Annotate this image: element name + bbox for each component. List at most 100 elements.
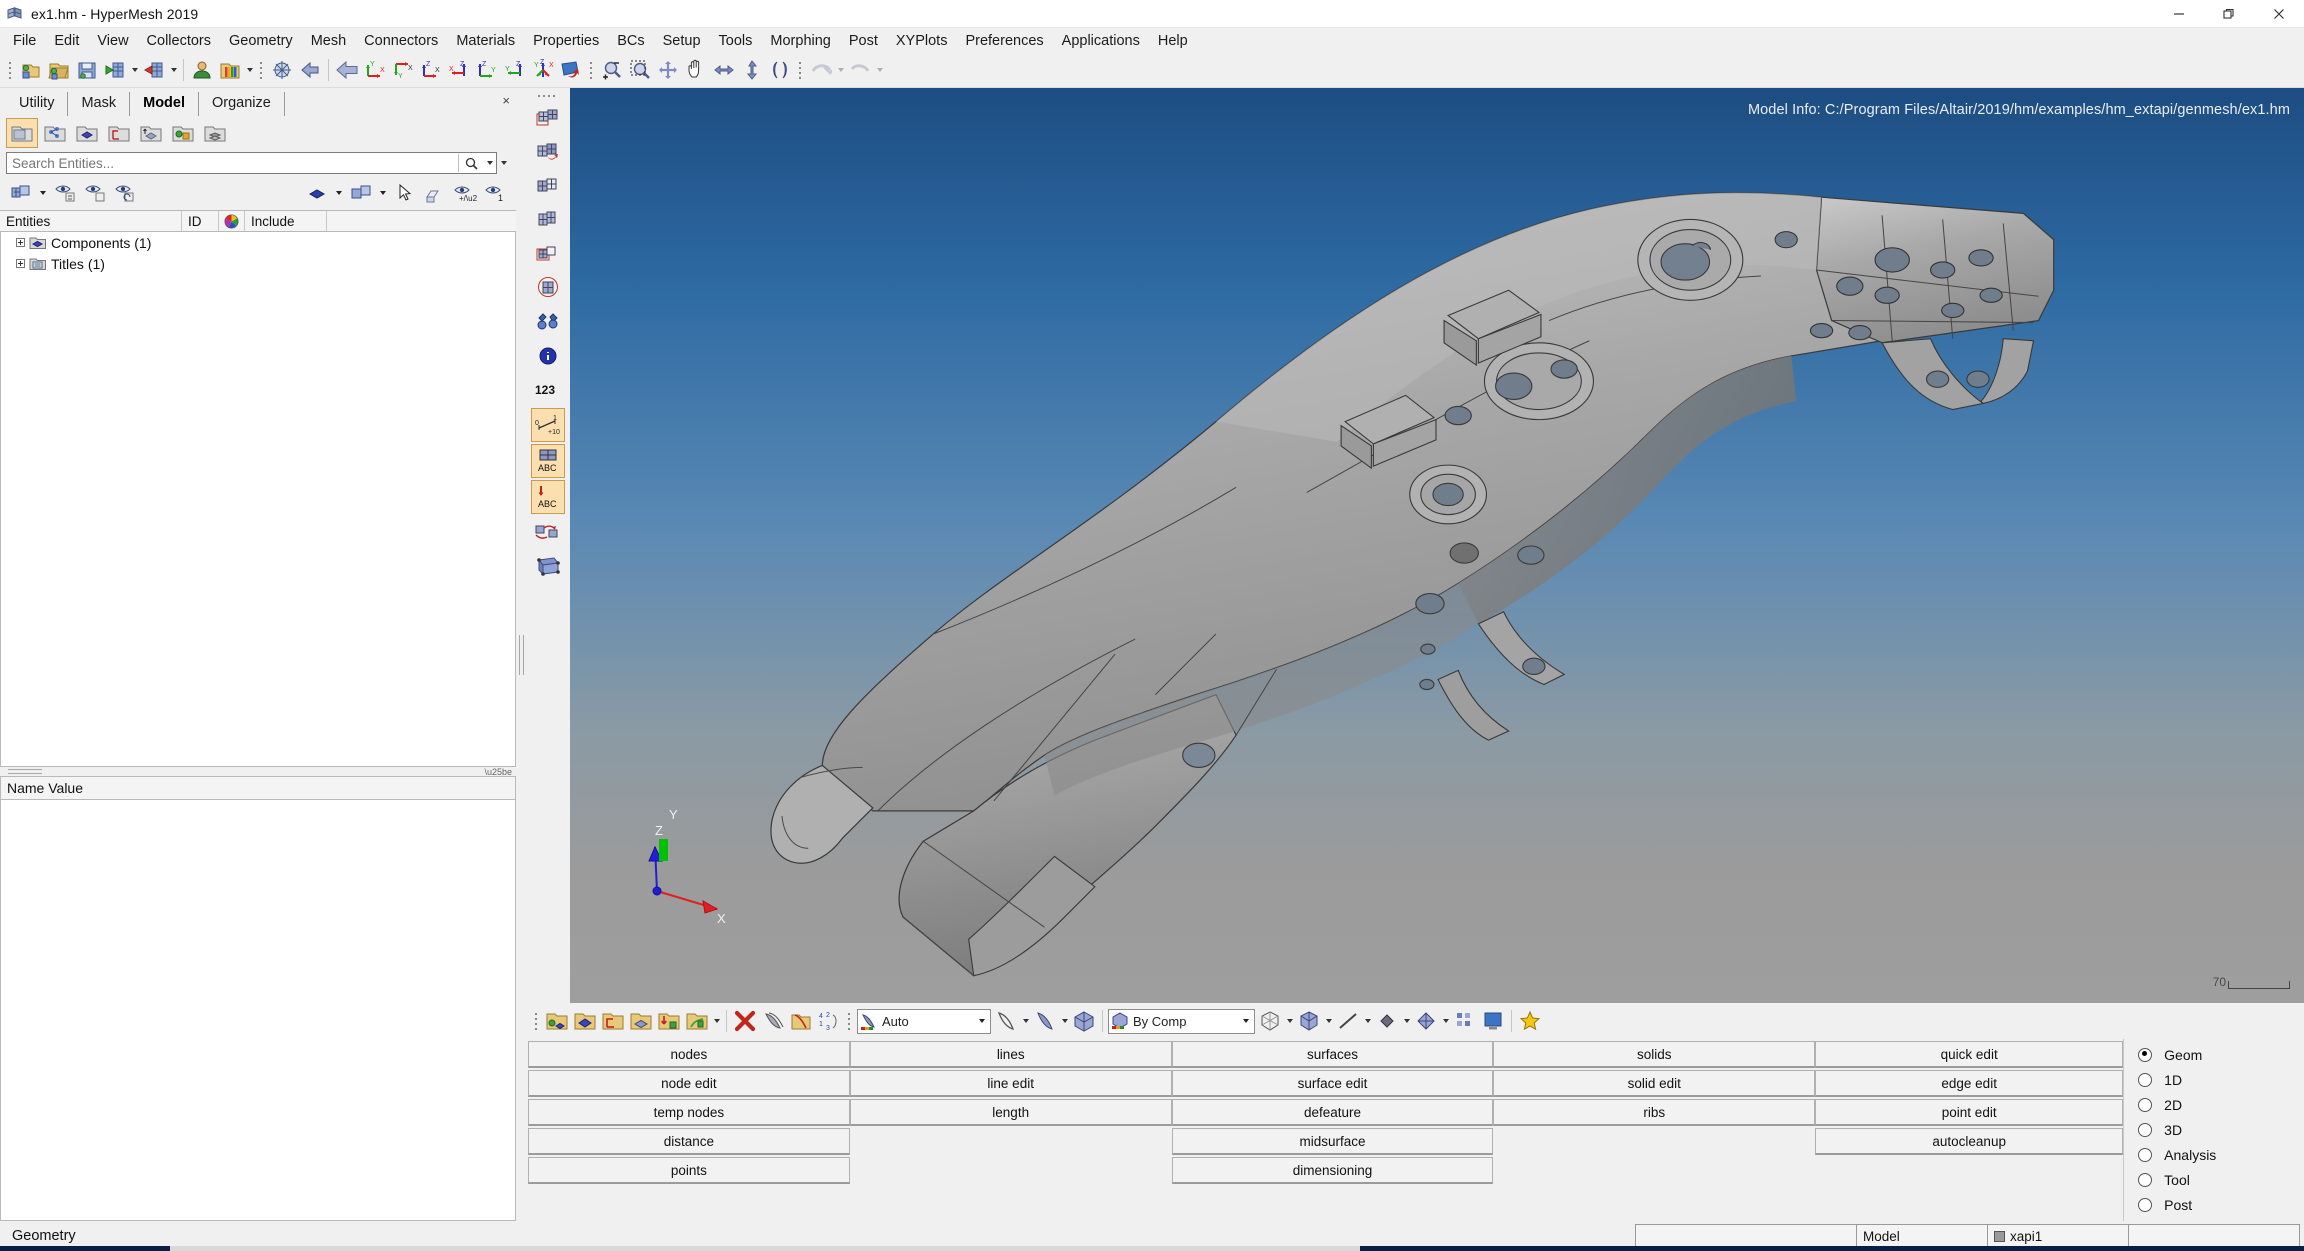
show-icon[interactable] (50, 179, 80, 207)
info-icon[interactable] (532, 340, 564, 372)
menu-connectors[interactable]: Connectors (355, 30, 447, 52)
search-settings-caret[interactable] (497, 161, 510, 165)
name-value-body[interactable] (0, 799, 516, 1221)
panel-button-midsurface[interactable]: midsurface (1171, 1128, 1494, 1155)
yz-view-icon[interactable]: Z Y (502, 57, 528, 83)
entity-tree[interactable]: Components (1) Titles (1) (0, 232, 516, 767)
delete-icon[interactable] (732, 1008, 758, 1034)
eye-plus-minus-icon[interactable]: +/\u2013 (450, 179, 480, 207)
element-quality-icon[interactable] (1296, 1008, 1322, 1034)
mesh-collector-icon[interactable] (572, 1008, 598, 1034)
expander-icon[interactable] (13, 236, 27, 250)
search-icon[interactable] (458, 154, 483, 172)
panel-button-surfaces[interactable]: surfaces (1171, 1041, 1494, 1068)
vector-display-icon[interactable] (1374, 1008, 1400, 1034)
toolbar-grip-4[interactable] (797, 60, 804, 80)
tree-header-include[interactable]: Include (245, 211, 327, 231)
tab-model[interactable]: Model (130, 92, 199, 116)
tree-header-id[interactable]: ID (182, 211, 219, 231)
wireframe-caret[interactable] (1020, 1008, 1031, 1034)
panel-button-solid-edit[interactable]: solid edit (1493, 1070, 1816, 1097)
mesh-mode-combo[interactable]: Auto (857, 1008, 991, 1034)
curve-collector-icon[interactable] (684, 1008, 710, 1034)
menu-tools[interactable]: Tools (710, 30, 762, 52)
tab-mask[interactable]: Mask (68, 92, 131, 116)
zy-view-icon[interactable]: Z Y (474, 57, 500, 83)
expander-icon-2[interactable] (13, 257, 27, 271)
panel-button-edge-edit[interactable]: edge edit (1815, 1070, 2124, 1097)
assembly-collector-icon[interactable] (40, 119, 70, 147)
mode-3d[interactable]: 3D (2138, 1117, 2304, 1142)
menu-collectors[interactable]: Collectors (138, 30, 220, 52)
color-swatch-caret[interactable] (332, 180, 346, 206)
menu-bcs[interactable]: BCs (608, 30, 653, 52)
panel-button-node-edit[interactable]: node edit (528, 1070, 850, 1097)
panel-button-temp-nodes[interactable]: temp nodes (528, 1099, 850, 1126)
line-display-icon[interactable] (1335, 1008, 1361, 1034)
menu-preferences[interactable]: Preferences (956, 30, 1052, 52)
radio-geom[interactable] (2138, 1047, 2153, 1062)
panel-button-autocleanup[interactable]: autocleanup (1815, 1128, 2124, 1155)
browser-vertical-splitter[interactable] (516, 88, 526, 1221)
property-collector-icon[interactable] (72, 119, 102, 147)
window-display-icon[interactable] (1480, 1008, 1506, 1034)
previous-view-icon[interactable] (297, 57, 323, 83)
menu-morphing[interactable]: Morphing (761, 30, 839, 52)
panel-button-point-edit[interactable]: point edit (1815, 1099, 2124, 1126)
menu-applications[interactable]: Applications (1053, 30, 1149, 52)
tab-organize[interactable]: Organize (199, 92, 285, 116)
menu-mesh[interactable]: Mesh (302, 30, 355, 52)
toolbar-grip[interactable] (7, 60, 14, 80)
hide-icon[interactable] (80, 179, 110, 207)
geometry-color-caret[interactable] (1238, 1011, 1254, 1032)
import-dropdown-caret[interactable] (129, 57, 140, 83)
tree-header-entities[interactable]: Entities (0, 211, 182, 231)
load-collector-icon-2[interactable] (600, 1008, 626, 1034)
import-icon[interactable] (102, 57, 128, 83)
element-shrink-caret[interactable] (1284, 1008, 1295, 1034)
global-axis-icon[interactable] (269, 57, 295, 83)
minimize-button[interactable] (2154, 0, 2204, 27)
radio-tool[interactable] (2138, 1172, 2153, 1187)
mode-post[interactable]: Post (2138, 1192, 2304, 1217)
user-profile-icon[interactable] (189, 57, 215, 83)
composite-icon[interactable] (1452, 1008, 1478, 1034)
display-mode-icon[interactable] (346, 179, 376, 207)
wireframe-icon[interactable] (993, 1008, 1019, 1034)
xz-view-icon[interactable]: Z X (418, 57, 444, 83)
zoom-window-icon[interactable] (627, 57, 653, 83)
export-icon[interactable] (141, 57, 167, 83)
close-browser-icon[interactable]: × (502, 93, 510, 108)
zoom-in-icon[interactable] (599, 57, 625, 83)
color-palette-dropdown-caret[interactable] (244, 57, 255, 83)
load-collector-icon[interactable] (104, 119, 134, 147)
yx-view-icon[interactable]: X Y (390, 57, 416, 83)
color-wheel-icon[interactable] (219, 211, 245, 231)
property-collector-icon-2[interactable] (628, 1008, 654, 1034)
group-collector-icon[interactable] (168, 119, 198, 147)
menu-xyplots[interactable]: XYPlots (887, 30, 957, 52)
arrow-vertical-icon[interactable] (739, 57, 765, 83)
menu-view[interactable]: View (88, 30, 137, 52)
mesh-mode-caret[interactable] (974, 1011, 990, 1032)
panel-button-line-edit[interactable]: line edit (849, 1070, 1172, 1097)
fit-icon[interactable] (655, 57, 681, 83)
new-model-icon[interactable] (18, 57, 44, 83)
material-collector-icon-2[interactable] (656, 1008, 682, 1034)
element-shrink-icon[interactable] (1257, 1008, 1283, 1034)
status-field-4[interactable] (2128, 1224, 2300, 1248)
model-geometry[interactable] (570, 88, 2304, 1003)
mesh-hidden-icon[interactable] (532, 238, 564, 270)
tree-row-titles[interactable]: Titles (1) (1, 253, 515, 274)
back-arrow-icon[interactable] (334, 57, 360, 83)
box-trim-icon[interactable] (532, 550, 564, 582)
panel-button-dimensioning[interactable]: dimensioning (1171, 1157, 1494, 1184)
display-all-icon[interactable] (6, 179, 36, 207)
menu-edit[interactable]: Edit (45, 30, 88, 52)
undo-icon[interactable] (808, 57, 834, 83)
radio-2d[interactable] (2138, 1097, 2153, 1112)
display-mode-caret[interactable] (376, 180, 390, 206)
zx-view-icon[interactable]: Z X (446, 57, 472, 83)
tree-row-components[interactable]: Components (1) (1, 232, 515, 253)
geom-collector-icon[interactable] (544, 1008, 570, 1034)
